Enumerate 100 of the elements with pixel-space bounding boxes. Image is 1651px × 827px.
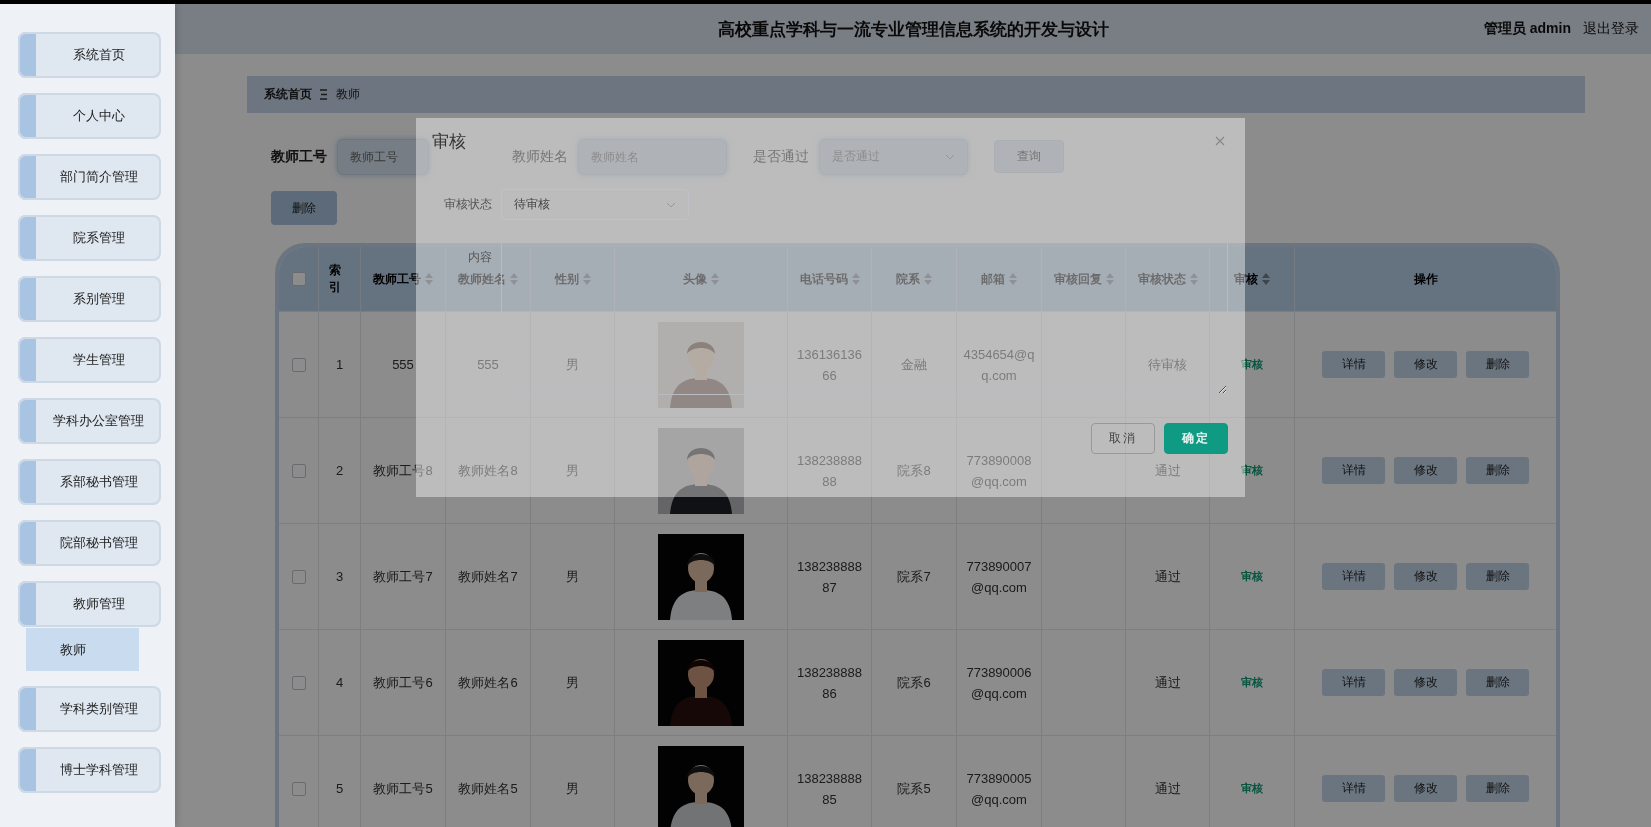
sidebar-subitem[interactable]: 教师 <box>26 628 139 671</box>
sort-icon[interactable] <box>510 273 518 285</box>
sidebar-item[interactable]: 院系管理 <box>18 215 161 261</box>
confirm-button[interactable]: 确定 <box>1164 423 1228 454</box>
table-cell-text: 男 <box>566 462 579 480</box>
sidebar-item[interactable]: 学科类别管理 <box>18 686 161 732</box>
table-cell-text: 院系7 <box>897 568 931 586</box>
table-cell-text: 院系8 <box>897 462 931 480</box>
sort-icon[interactable] <box>711 273 719 285</box>
sort-icon[interactable] <box>924 273 932 285</box>
table-cell-text: 教师姓名7 <box>458 568 518 586</box>
sort-icon[interactable] <box>851 273 860 285</box>
action-button[interactable]: 修改 <box>1394 351 1457 378</box>
review-link[interactable]: 审核 <box>1241 354 1263 375</box>
review-link[interactable]: 审核 <box>1241 460 1263 481</box>
table-cell-text: 3 <box>335 568 344 586</box>
table-cell-text: 13823888885 <box>795 769 864 809</box>
sidebar-item[interactable]: 博士学科管理 <box>18 747 161 793</box>
logout-link[interactable]: 退出登录 <box>1583 20 1639 38</box>
review-link[interactable]: 审核 <box>1241 778 1263 799</box>
sidebar-item[interactable]: 院部秘书管理 <box>18 520 161 566</box>
search-button[interactable]: 查询 <box>994 140 1064 173</box>
table-cell-text: 4354654@qq.com <box>963 345 1035 385</box>
sort-icon[interactable] <box>425 273 433 285</box>
table-cell-text: 通过 <box>1154 674 1181 692</box>
table-cell-text: 773890007@qq.com <box>965 557 1033 597</box>
column-header: 邮箱 <box>981 270 1005 288</box>
sidebar-item[interactable]: 系部秘书管理 <box>18 459 161 505</box>
breadcrumb-item: 教师 <box>336 86 360 103</box>
sidebar-item[interactable]: 系统首页 <box>18 32 161 78</box>
sort-icon[interactable] <box>582 273 591 285</box>
sidebar-item[interactable]: 学科办公室管理 <box>18 398 161 444</box>
review-link[interactable]: 审核 <box>1241 566 1263 587</box>
checkbox[interactable] <box>291 569 306 584</box>
checkbox[interactable] <box>291 357 306 372</box>
table-cell-text: 13823888888 <box>795 451 864 491</box>
column-header: 审核 <box>1234 270 1258 288</box>
sidebar-item[interactable]: 部门简介管理 <box>18 154 161 200</box>
table-cell-text: 男 <box>566 674 579 692</box>
action-button[interactable]: 详情 <box>1322 351 1385 378</box>
column-header: 教师工号 <box>373 270 421 288</box>
table-cell-text: 男 <box>566 356 579 374</box>
action-button[interactable]: 删除 <box>1466 775 1529 802</box>
action-button[interactable]: 详情 <box>1322 669 1385 696</box>
action-button[interactable]: 删除 <box>1466 351 1529 378</box>
column-header: 操作 <box>1413 270 1438 288</box>
sidebar-item[interactable]: 教师管理 <box>18 581 161 627</box>
field-label: 审核状态 <box>443 196 492 213</box>
table-cell-text: 2 <box>335 462 344 480</box>
table-cell-text: 773890005@qq.com <box>965 769 1033 809</box>
sidebar-item[interactable]: 学生管理 <box>18 337 161 383</box>
search-field[interactable]: 教师工号 <box>337 138 429 175</box>
column-header: 院系 <box>896 270 920 288</box>
checkbox[interactable] <box>291 272 306 286</box>
table-cell-text: 院系5 <box>897 780 931 798</box>
table-cell-text: 男 <box>566 780 579 798</box>
table-cell-text: 13823888886 <box>795 663 864 703</box>
review-link[interactable]: 审核 <box>1241 672 1263 693</box>
dialog-title: 审核 <box>432 131 466 153</box>
action-button[interactable]: 详情 <box>1322 563 1385 590</box>
column-header: 审核回复 <box>1053 270 1102 288</box>
table-cell-text: 教师工号5 <box>373 780 433 798</box>
action-button[interactable]: 详情 <box>1322 775 1385 802</box>
action-button[interactable]: 修改 <box>1394 563 1457 590</box>
field-label: 教师工号 <box>271 147 327 166</box>
checkbox[interactable] <box>291 675 306 690</box>
table-cell-text: 5 <box>335 780 344 798</box>
action-button[interactable]: 删除 <box>1466 563 1529 590</box>
checkbox[interactable] <box>291 781 306 796</box>
action-button[interactable]: 修改 <box>1394 669 1457 696</box>
sidebar-item[interactable]: 系别管理 <box>18 276 161 322</box>
action-button[interactable]: 删除 <box>1466 457 1529 484</box>
column-header: 审核状态 <box>1137 270 1186 288</box>
field-label: 是否通过 <box>753 147 809 166</box>
breadcrumb-item[interactable]: 系统首页 <box>264 86 312 103</box>
column-header: 性别 <box>554 270 579 288</box>
table-cell-text: 通过 <box>1154 568 1181 586</box>
table-cell-text: 教师姓名5 <box>458 780 518 798</box>
column-header: 索引 <box>329 262 342 296</box>
separator-icon <box>320 89 328 100</box>
delete-button[interactable]: 删除 <box>271 191 337 225</box>
sort-icon[interactable] <box>1105 273 1114 285</box>
cancel-button[interactable]: 取消 <box>1091 423 1155 454</box>
checkbox[interactable] <box>291 463 306 478</box>
status-select[interactable]: 待审核 <box>501 189 689 220</box>
close-icon[interactable] <box>1215 136 1225 146</box>
sort-icon[interactable] <box>1189 273 1198 285</box>
action-button[interactable]: 修改 <box>1394 457 1457 484</box>
field-label: 教师姓名 <box>512 147 568 166</box>
table-cell-text: 教师工号7 <box>373 568 433 586</box>
sort-icon[interactable] <box>1009 273 1017 285</box>
sidebar-item[interactable]: 个人中心 <box>18 93 161 139</box>
action-button[interactable]: 删除 <box>1466 669 1529 696</box>
action-button[interactable]: 修改 <box>1394 775 1457 802</box>
action-button[interactable]: 详情 <box>1322 457 1385 484</box>
sort-icon[interactable] <box>1262 273 1270 285</box>
table-cell-text: 555 <box>477 356 499 374</box>
table-cell-text: 555 <box>392 356 414 374</box>
table-cell-text: 通过 <box>1154 462 1181 480</box>
system-title: 高校重点学科与一流专业管理信息系统的开发与设计 <box>717 18 1109 41</box>
